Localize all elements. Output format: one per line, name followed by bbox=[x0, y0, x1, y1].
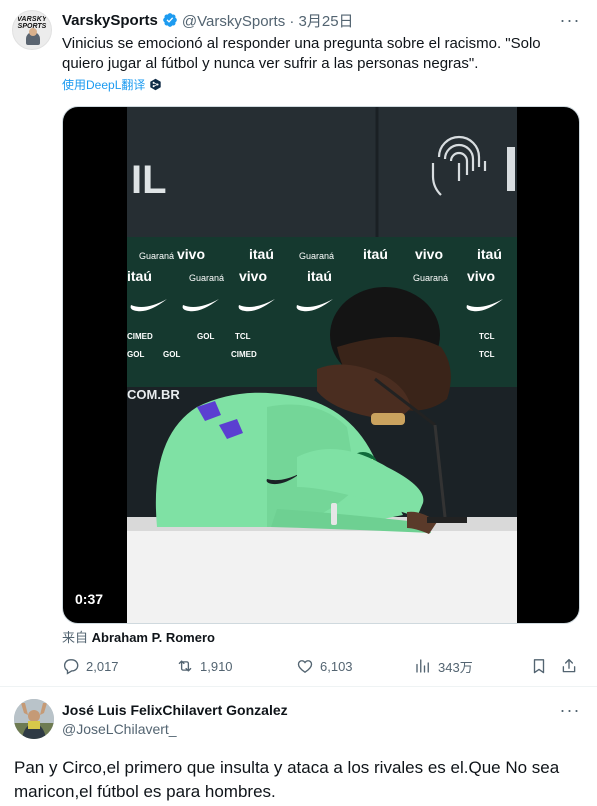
share-button[interactable] bbox=[560, 654, 578, 678]
retweet-icon bbox=[178, 660, 192, 672]
translate-label[interactable]: 使用DeepL翻译 bbox=[62, 76, 145, 93]
reply-text: Pan y Circo,el primero que insulta y ata… bbox=[14, 758, 560, 801]
views-count: 343万 bbox=[438, 659, 473, 675]
video-player[interactable]: IL vivo itaú itaú vivo itaú itaú vivo it… bbox=[62, 106, 580, 624]
avatar-chilavert[interactable] bbox=[14, 699, 54, 739]
deepl-icon bbox=[150, 78, 162, 91]
video-attribution: 来自 Abraham P. Romero bbox=[62, 627, 215, 646]
tag-tcl-1: TCL bbox=[235, 332, 251, 341]
reply-count: 2,017 bbox=[86, 658, 119, 674]
backdrop-site: COM.BR bbox=[127, 387, 180, 402]
sponsor-itau-5: itaú bbox=[307, 268, 332, 284]
video-duration: 0:37 bbox=[75, 591, 104, 607]
sponsor-itau-3: itaú bbox=[477, 246, 502, 262]
sponsor-itau-4: itaú bbox=[127, 268, 152, 284]
tweet-actions: 2,017 1,910 6,103 343万 bbox=[62, 654, 584, 678]
like-button[interactable]: 6,103 bbox=[296, 654, 353, 678]
handle-and-date[interactable]: @VarskySports · 3月25日 bbox=[182, 10, 354, 31]
like-count: 6,103 bbox=[320, 658, 353, 674]
attribution-name[interactable]: Abraham P. Romero bbox=[92, 630, 215, 645]
verified-badge-icon bbox=[163, 13, 177, 27]
tweet-text: Vinicius se emocionó al responder una pr… bbox=[62, 35, 541, 72]
sponsor-guarana-1: Guaraná bbox=[139, 251, 174, 261]
tag-cimed-2: CIMED bbox=[231, 350, 257, 359]
tag-gol-2: GOL bbox=[127, 350, 144, 359]
divider bbox=[0, 686, 597, 687]
retweet-button[interactable]: 1,910 bbox=[176, 654, 233, 678]
tweet-header: VarskySports @VarskySports · 3月25日 bbox=[62, 10, 354, 30]
backdrop-partial-text: IL bbox=[131, 158, 167, 202]
more-icon[interactable]: ··· bbox=[558, 10, 582, 30]
avatar-logo-top: VARSKY bbox=[17, 16, 47, 23]
reply-button[interactable]: 2,017 bbox=[62, 654, 119, 678]
reply-handle[interactable]: @JoseLChilavert_ bbox=[62, 721, 177, 737]
tag-gol-1: GOL bbox=[197, 332, 214, 341]
sponsor-guarana-3: Guaraná bbox=[189, 273, 224, 283]
reply-icon bbox=[63, 659, 79, 675]
sponsor-itau-2: itaú bbox=[363, 246, 388, 262]
sponsor-vivo-1: vivo bbox=[177, 246, 205, 262]
display-name[interactable]: VarskySports bbox=[62, 12, 158, 29]
video-frame: IL vivo itaú itaú vivo itaú itaú vivo it… bbox=[127, 107, 517, 623]
reply-more-icon[interactable]: ··· bbox=[558, 700, 582, 720]
attribution-prefix: 来自 bbox=[62, 630, 89, 645]
views-button[interactable]: 343万 bbox=[414, 654, 473, 678]
tag-tcl-3: TCL bbox=[479, 350, 495, 359]
like-icon bbox=[297, 660, 313, 674]
retweet-count: 1,910 bbox=[200, 658, 233, 674]
sponsor-guarana-4: Guaraná bbox=[413, 273, 448, 283]
reply-display-name[interactable]: José Luis FelixChilavert Gonzalez bbox=[62, 702, 288, 718]
avatar-chilavert-image bbox=[14, 699, 54, 739]
sponsor-vivo-2: vivo bbox=[415, 246, 443, 262]
sponsor-guarana-2: Guaraná bbox=[299, 251, 334, 261]
sponsor-vivo-4: vivo bbox=[467, 268, 495, 284]
avatar-varskysports[interactable]: VARSKY SPORTS bbox=[12, 10, 52, 50]
sponsor-vivo-3: vivo bbox=[239, 268, 267, 284]
bookmark-button[interactable] bbox=[530, 654, 548, 678]
sponsor-itau-1: itaú bbox=[249, 246, 274, 262]
tag-tcl-2: TCL bbox=[479, 332, 495, 341]
translate-link[interactable]: 使用DeepL翻译 bbox=[62, 76, 162, 93]
bookmark-icon bbox=[533, 659, 545, 674]
tag-cimed-1: CIMED bbox=[127, 332, 153, 341]
views-icon bbox=[416, 659, 429, 673]
video-frame-image: IL vivo itaú itaú vivo itaú itaú vivo it… bbox=[127, 107, 517, 623]
share-icon bbox=[562, 658, 576, 673]
tag-gol-3: GOL bbox=[163, 350, 180, 359]
